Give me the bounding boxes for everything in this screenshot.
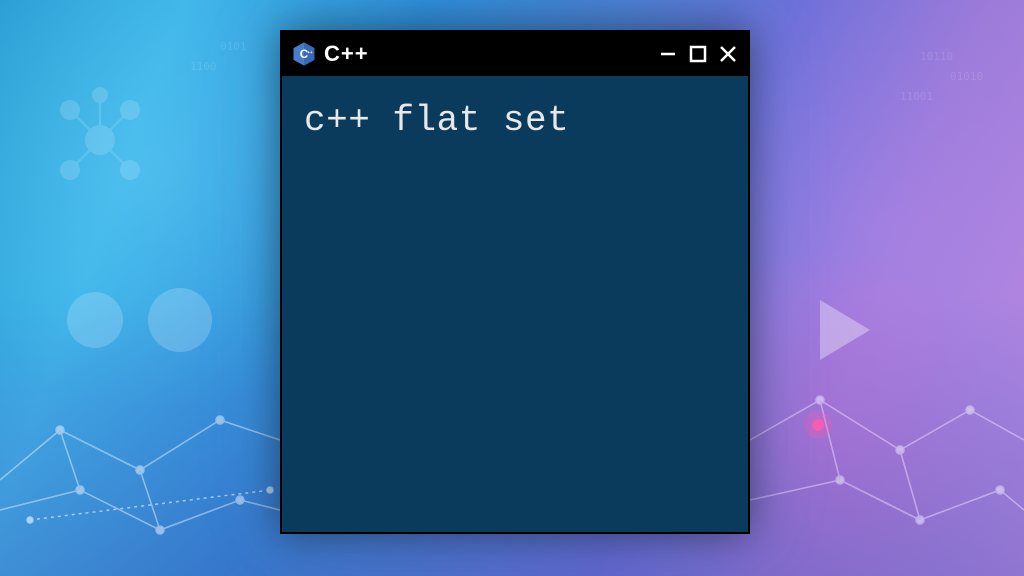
cpp-logo-icon: C ++ [290,40,318,68]
svg-text:0101: 0101 [220,40,247,53]
svg-text:++: ++ [307,50,313,55]
svg-text:1100: 1100 [190,60,217,73]
minimize-icon[interactable] [658,44,678,64]
close-icon[interactable] [718,44,738,64]
window-body: c++ flat set [282,76,748,532]
window-controls [658,44,738,64]
svg-text:01010: 01010 [950,70,983,83]
svg-text:10110: 10110 [920,50,953,63]
content-text: c++ flat set [304,100,726,141]
maximize-icon[interactable] [688,44,708,64]
terminal-window: C ++ C++ c++ flat set [280,30,750,534]
window-title: C++ [324,41,652,67]
svg-text:11001: 11001 [900,90,933,103]
titlebar[interactable]: C ++ C++ [282,32,748,76]
